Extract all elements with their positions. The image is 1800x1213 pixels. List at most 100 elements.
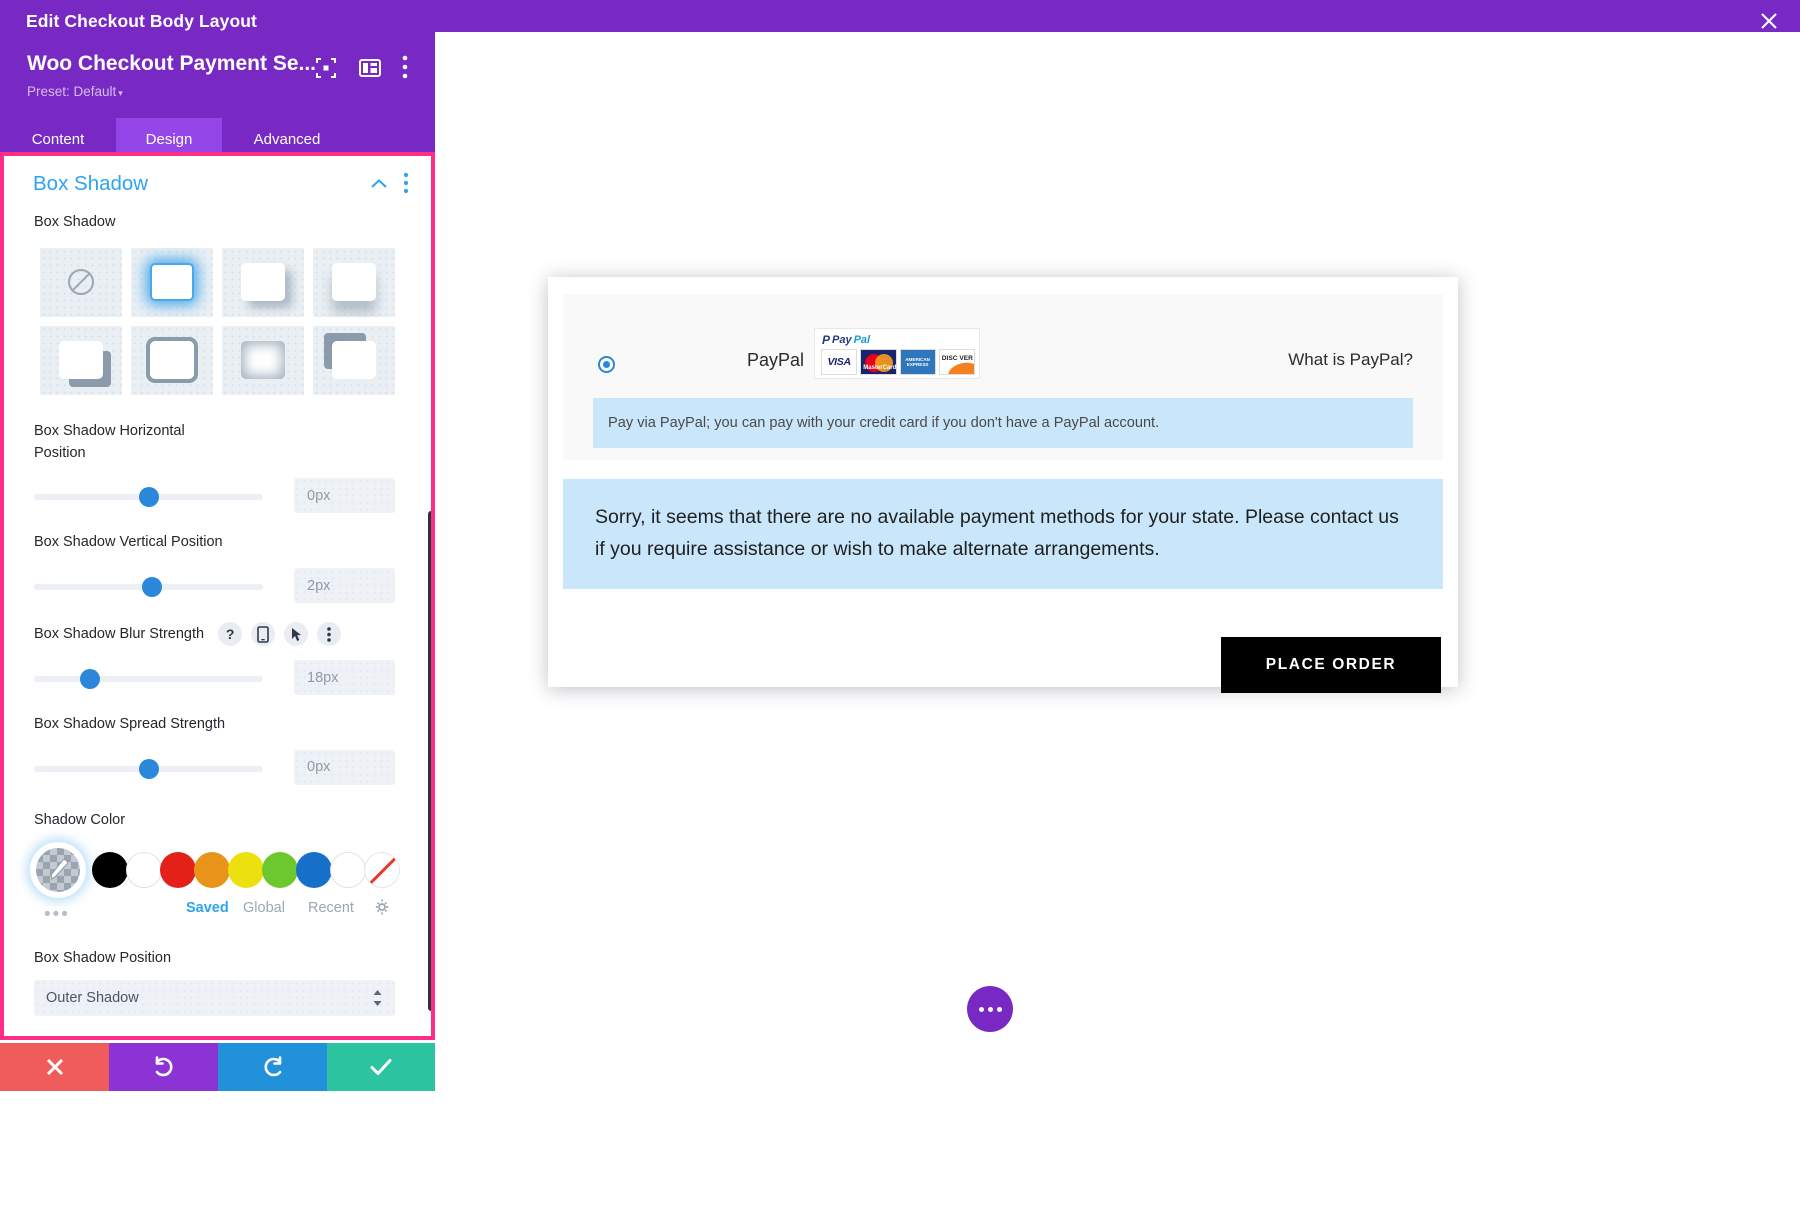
no-payment-methods-notice: Sorry, it seems that there are no availa… <box>563 479 1443 589</box>
close-icon[interactable] <box>1756 8 1782 34</box>
horizontal-position-input[interactable] <box>294 478 395 514</box>
more-options-icon[interactable] <box>967 986 1013 1032</box>
no-shadow-icon <box>68 269 94 296</box>
layout-icon[interactable] <box>358 56 382 80</box>
what-is-paypal-link[interactable]: What is PayPal? <box>1288 350 1413 370</box>
box-shadow-preset-inner-shadow[interactable] <box>222 325 304 395</box>
expand-icon[interactable] <box>315 57 337 79</box>
paypal-description-box: Pay via PayPal; you can pay with your cr… <box>593 398 1413 448</box>
paypal-wordmark: P Pay Pal <box>819 332 975 347</box>
shadow-color-label: Shadow Color <box>34 811 126 828</box>
module-title: Woo Checkout Payment Se... <box>27 52 317 75</box>
mobile-icon[interactable] <box>251 622 276 646</box>
vertical-position-slider[interactable] <box>34 577 263 597</box>
box-shadow-position-field: Outer Shadow Inner Shadow <box>34 980 395 1017</box>
paypal-radio[interactable] <box>598 356 615 373</box>
preset-card <box>332 340 376 379</box>
color-swatch-white-2[interactable] <box>330 851 366 888</box>
color-swatch-yellow[interactable] <box>228 851 264 888</box>
vertical-position-row <box>0 568 435 606</box>
slider-knob[interactable] <box>139 487 159 508</box>
cursor-icon[interactable] <box>284 622 309 646</box>
box-shadow-toggle-title: Box Shadow <box>33 172 149 195</box>
preset-selector[interactable]: Preset: Default ▾ <box>27 84 123 99</box>
redo-button[interactable] <box>218 1043 327 1091</box>
color-tab-global[interactable]: Global <box>243 900 285 916</box>
box-shadow-preset-bottom-soft[interactable] <box>313 247 395 317</box>
design-tab-body: Box Shadow Box Shadow Box Shadow Horizon… <box>0 156 435 1036</box>
tab-design[interactable]: Design <box>116 118 222 160</box>
spread-strength-input[interactable] <box>294 749 395 785</box>
horizontal-position-row <box>0 478 435 516</box>
box-shadow-preset-hard-down-right[interactable] <box>40 325 122 395</box>
save-button[interactable] <box>327 1043 435 1091</box>
blur-strength-row <box>0 660 435 698</box>
payment-method-block: PayPal P Pay Pal VISA MasterCard AMERICA… <box>563 294 1443 460</box>
tab-advanced[interactable]: Advanced <box>222 118 352 160</box>
help-icon[interactable]: ? <box>218 622 243 646</box>
color-swatch-orange[interactable] <box>194 851 230 888</box>
preset-card <box>332 262 376 301</box>
page-canvas: PayPal P Pay Pal VISA MasterCard AMERICA… <box>435 32 1800 1213</box>
shadow-color-swatch-row <box>0 841 435 898</box>
mastercard-logo: MasterCard <box>860 349 897 375</box>
panel-scrollbar[interactable] <box>428 511 434 1011</box>
preset-card <box>241 340 285 379</box>
slider-knob[interactable] <box>142 577 162 597</box>
color-palette-tabs: ••• Saved Global Recent <box>0 898 435 934</box>
paypal-word-pal: Pal <box>853 333 871 346</box>
spread-strength-slider[interactable] <box>34 758 263 779</box>
blur-strength-input[interactable] <box>294 660 395 695</box>
blur-strength-slider[interactable] <box>34 669 263 689</box>
more-colors-icon[interactable]: ••• <box>44 904 70 926</box>
slider-knob[interactable] <box>80 669 100 689</box>
fab-dot <box>978 1006 984 1012</box>
place-order-button[interactable]: PLACE ORDER <box>1221 637 1441 693</box>
vertical-dots-icon[interactable] <box>317 622 342 646</box>
chevron-up-icon[interactable] <box>371 177 387 189</box>
box-shadow-preset-glow[interactable] <box>131 247 213 317</box>
toggle-options-icon[interactable] <box>399 170 413 196</box>
color-tab-saved[interactable]: Saved <box>186 900 229 916</box>
blur-strength-icon-group: ? <box>218 622 342 646</box>
box-shadow-preset-hard-up-left[interactable] <box>313 325 395 395</box>
amex-logo: AMERICAN EXPRESS <box>899 349 936 375</box>
discover-arc <box>946 359 974 374</box>
horizontal-position-label: Box Shadow Horizontal Position <box>34 422 185 461</box>
horizontal-position-slider[interactable] <box>34 487 263 508</box>
color-swatch-blue[interactable] <box>296 851 332 888</box>
blur-strength-label: Box Shadow Blur Strength <box>34 625 205 642</box>
preset-card <box>150 340 194 379</box>
box-shadow-preset-none[interactable] <box>40 247 122 317</box>
spread-strength-row <box>0 749 435 788</box>
color-tab-recent[interactable]: Recent <box>308 900 354 916</box>
notice-text: Sorry, it seems that there are no availa… <box>595 506 1399 561</box>
undo-button[interactable] <box>109 1043 218 1091</box>
color-swatch-red[interactable] <box>160 851 196 888</box>
paypal-label: PayPal <box>747 350 805 370</box>
settings-tabs: Content Design Advanced <box>0 118 435 160</box>
box-shadow-toggle-header[interactable]: Box Shadow <box>0 156 435 212</box>
cancel-button[interactable] <box>0 1043 109 1091</box>
discover-logo: DISC VER <box>938 349 975 375</box>
blur-strength-label-row: Box Shadow Blur Strength ? <box>0 622 435 646</box>
color-swatch-transparent[interactable] <box>364 851 400 888</box>
eyedropper-swatch[interactable] <box>30 841 86 898</box>
slider-knob[interactable] <box>139 758 159 779</box>
preset-label: Preset: Default <box>27 84 117 99</box>
gear-icon[interactable] <box>374 898 390 916</box>
preset-card <box>241 262 285 301</box>
box-shadow-preset-offset-down-right[interactable] <box>222 247 304 317</box>
box-shadow-preset-outline-all[interactable] <box>131 325 213 395</box>
window-title: Edit Checkout Body Layout <box>26 10 257 31</box>
box-shadow-position-select[interactable]: Outer Shadow Inner Shadow <box>34 980 395 1017</box>
vertical-position-input[interactable] <box>294 568 395 603</box>
color-swatch-green[interactable] <box>262 851 298 888</box>
vertical-dots-icon[interactable] <box>398 54 412 80</box>
tab-content[interactable]: Content <box>0 118 116 160</box>
color-swatch-white[interactable] <box>126 851 162 888</box>
eyedropper-icon <box>50 858 68 880</box>
paypal-mark-glyph: P <box>822 332 831 347</box>
paypal-word-pay: Pay <box>832 333 852 346</box>
color-swatch-black[interactable] <box>92 851 128 888</box>
